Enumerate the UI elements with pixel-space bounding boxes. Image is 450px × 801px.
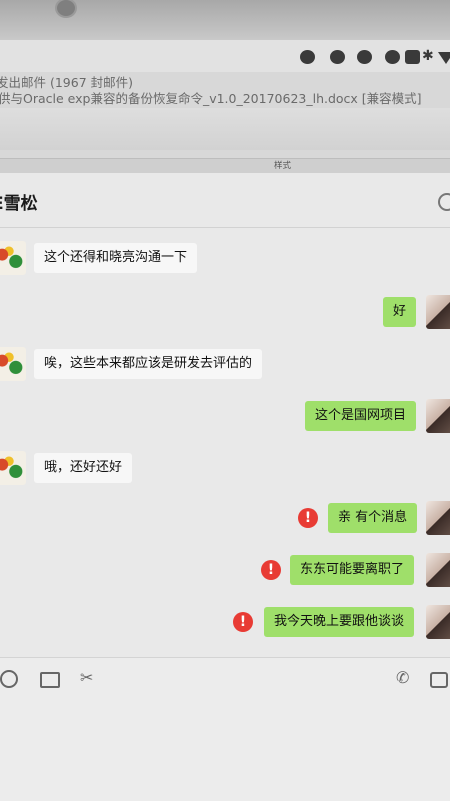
send-failed-icon[interactable]: ! (261, 560, 281, 580)
message-input-area[interactable]: ✂ ✆ (0, 657, 450, 801)
camera-lens (55, 0, 77, 18)
message-bubble-outgoing[interactable]: 这个是国网项目 (305, 401, 417, 431)
send-failed-icon[interactable]: ! (298, 508, 318, 528)
emoji-icon[interactable] (0, 670, 18, 688)
background-windows: 发出邮件 (1967 封邮件) 供与Oracle exp兼容的备份恢复命令_v1… (0, 72, 450, 172)
bluetooth-icon[interactable]: ✱ (422, 48, 434, 64)
message-bubble-incoming[interactable]: 唉，这些本来都应该是研发去评估的 (34, 349, 263, 379)
style-panel-label: 样式 (274, 161, 292, 171)
send-failed-icon[interactable]: ! (233, 612, 253, 632)
document-toolbar (0, 108, 450, 150)
message-bubble-outgoing[interactable]: 我今天晚上要跟他谈谈 (264, 607, 415, 637)
style-panel-bar: 样式 (0, 158, 450, 174)
message-bubble-incoming[interactable]: 这个还得和晓亮沟通一下 (34, 243, 198, 273)
message-bubble-outgoing[interactable]: 亲 有个消息 (328, 503, 418, 533)
document-window-title[interactable]: 供与Oracle exp兼容的备份恢复命令_v1.0_20170623_lh.d… (0, 88, 422, 107)
contact-avatar[interactable] (0, 347, 26, 381)
my-avatar[interactable] (426, 605, 450, 639)
my-avatar[interactable] (426, 295, 450, 329)
video-call-icon[interactable] (430, 672, 448, 688)
person-icon[interactable] (438, 193, 450, 211)
hat-tray-icon[interactable] (385, 50, 400, 64)
contact-avatar[interactable] (0, 241, 26, 275)
folder-icon[interactable] (40, 672, 60, 688)
chat-window: E雪松 这个还得和晓亮沟通一下 好 唉，这些本来都应该是研发去评估的 这个是国网… (0, 173, 450, 801)
scissors-icon[interactable]: ✂ (80, 668, 98, 687)
app-tray-icon[interactable] (405, 50, 420, 64)
screen-bezel (0, 0, 450, 40)
chat-header: E雪松 (0, 173, 450, 228)
my-avatar[interactable] (426, 501, 450, 535)
menu-bar: ✱ (0, 40, 450, 73)
message-bubble-incoming[interactable]: 哦，还好还好 (34, 453, 133, 483)
sync-tray-icon[interactable] (330, 50, 345, 64)
phone-icon[interactable]: ✆ (396, 668, 414, 687)
message-bubble-outgoing[interactable]: 东东可能要离职了 (290, 555, 415, 585)
cat-tray-icon[interactable] (357, 50, 372, 64)
wifi-icon[interactable] (438, 52, 450, 64)
my-avatar[interactable] (426, 553, 450, 587)
my-avatar[interactable] (426, 399, 450, 433)
wechat-tray-icon[interactable] (300, 50, 315, 64)
message-bubble-outgoing[interactable]: 好 (383, 297, 417, 327)
chat-title[interactable]: E雪松 (0, 189, 38, 214)
contact-avatar[interactable] (0, 451, 26, 485)
